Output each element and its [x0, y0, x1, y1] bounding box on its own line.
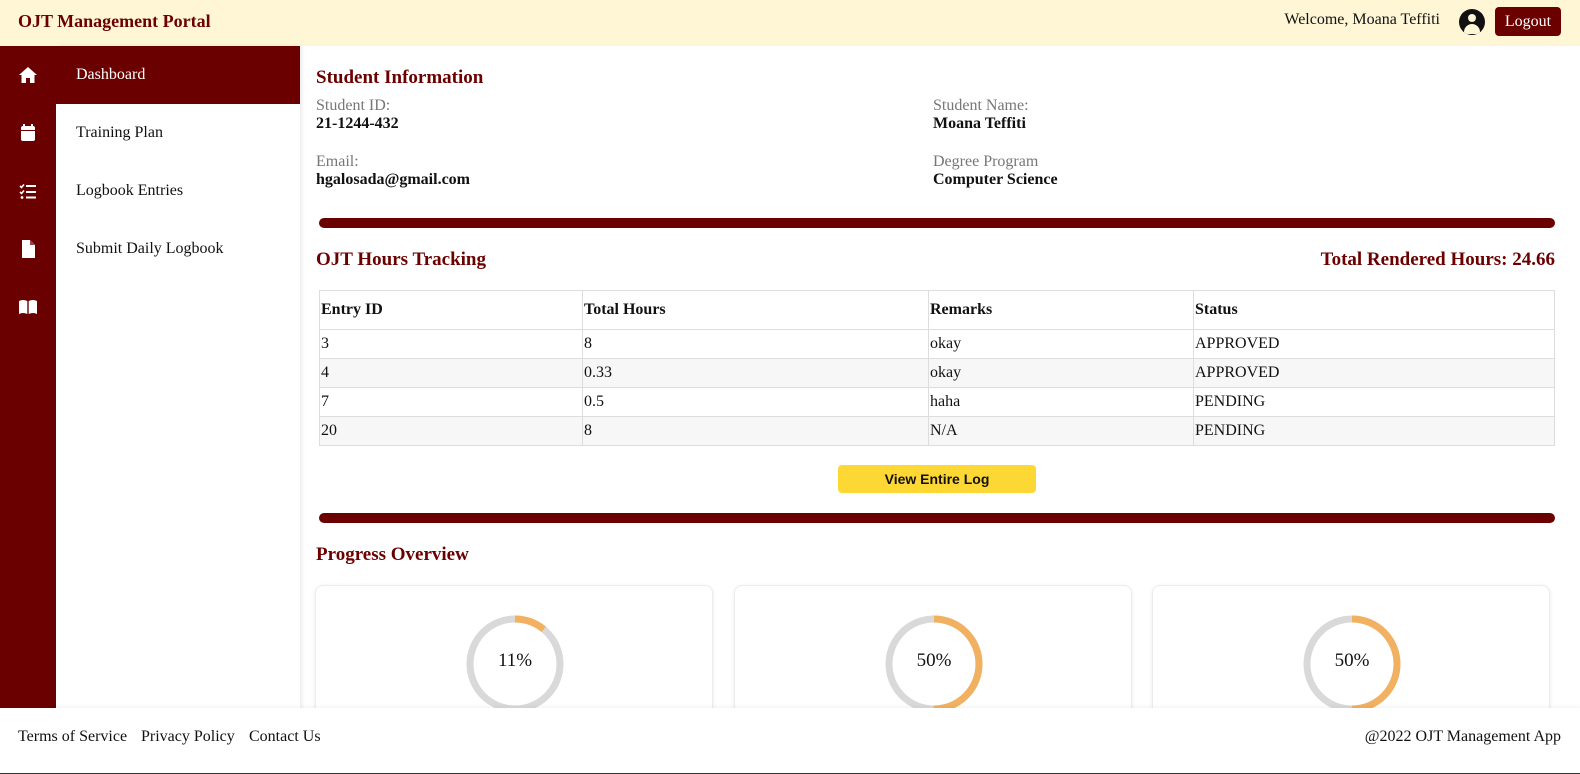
degree-value: Computer Science [933, 171, 1058, 188]
contact-us-link[interactable]: Contact Us [249, 728, 321, 746]
sidebar-icon-strip [0, 46, 56, 714]
copyright-text: @2022 OJT Management App [1364, 728, 1561, 745]
logout-button[interactable]: Logout [1495, 7, 1561, 36]
progress-card: 50% [1152, 585, 1550, 714]
entry-id-cell: 20 [319, 416, 583, 446]
status-cell: APPROVED [1193, 329, 1555, 359]
total-hours-cell: 8 [582, 329, 929, 359]
table-header-row: Entry ID Total Hours Remarks Status [319, 290, 1555, 330]
status-cell: PENDING [1193, 387, 1555, 417]
file-icon[interactable] [0, 220, 56, 278]
table-row: 4 0.33 okay APPROVED [319, 358, 1555, 388]
column-header: Status [1193, 290, 1555, 330]
progress-overview-title: Progress Overview [316, 544, 469, 565]
footer: Terms of Service Privacy Policy Contact … [0, 708, 1580, 774]
calendar-icon[interactable] [0, 104, 56, 162]
section-divider [319, 218, 1555, 228]
progress-percent: 50% [916, 650, 952, 671]
total-rendered-hours: Total Rendered Hours: 24.66 [1320, 249, 1555, 270]
book-icon[interactable] [0, 278, 56, 336]
user-avatar-icon[interactable] [1459, 9, 1485, 35]
column-header: Total Hours [582, 290, 929, 330]
entry-id-cell: 7 [319, 387, 583, 417]
sidebar-nav: Dashboard Training Plan Logbook Entries … [56, 46, 300, 714]
total-hours-cell: 8 [582, 416, 929, 446]
student-name-value: Moana Teffiti [933, 115, 1026, 132]
progress-percent: 11% [497, 650, 533, 671]
remarks-cell: N/A [928, 416, 1194, 446]
column-header: Entry ID [319, 290, 583, 330]
student-id-label: Student ID: [316, 97, 391, 114]
sidebar-item-training-plan[interactable]: Training Plan [56, 104, 300, 162]
table-row: 20 8 N/A PENDING [319, 416, 1555, 446]
student-id-value: 21-1244-432 [316, 115, 399, 132]
hours-tracking-title: OJT Hours Tracking [316, 249, 486, 270]
privacy-policy-link[interactable]: Privacy Policy [141, 728, 235, 746]
checklist-icon[interactable] [0, 162, 56, 220]
table-row: 3 8 okay APPROVED [319, 329, 1555, 359]
status-cell: PENDING [1193, 416, 1555, 446]
student-name-label: Student Name: [933, 97, 1029, 114]
email-label: Email: [316, 153, 359, 170]
email-value: hgalosada@gmail.com [316, 171, 470, 188]
section-divider [319, 513, 1555, 523]
remarks-cell: okay [928, 358, 1194, 388]
total-hours-cell: 0.5 [582, 387, 929, 417]
progress-card: 11% [315, 585, 713, 714]
hours-table: Entry ID Total Hours Remarks Status 3 8 … [319, 290, 1555, 446]
table-row: 7 0.5 haha PENDING [319, 387, 1555, 417]
sidebar-item-dashboard[interactable]: Dashboard [56, 46, 300, 104]
app-title: OJT Management Portal [18, 11, 211, 31]
main-content: Student Information Student ID: 21-1244-… [300, 46, 1580, 714]
welcome-text: Welcome, Moana Teffiti [1284, 11, 1440, 28]
entry-id-cell: 3 [319, 329, 583, 359]
remarks-cell: okay [928, 329, 1194, 359]
progress-card: 50% [734, 585, 1132, 714]
home-icon[interactable] [0, 46, 56, 104]
status-cell: APPROVED [1193, 358, 1555, 388]
top-header: OJT Management Portal Welcome, Moana Tef… [0, 0, 1580, 46]
column-header: Remarks [928, 290, 1194, 330]
terms-of-service-link[interactable]: Terms of Service [18, 728, 127, 746]
sidebar-item-submit-daily-logbook[interactable]: Submit Daily Logbook [56, 220, 300, 278]
progress-percent: 50% [1334, 650, 1370, 671]
degree-label: Degree Program [933, 153, 1039, 170]
student-info-title: Student Information [316, 67, 484, 88]
remarks-cell: haha [928, 387, 1194, 417]
total-hours-cell: 0.33 [582, 358, 929, 388]
entry-id-cell: 4 [319, 358, 583, 388]
sidebar-item-logbook-entries[interactable]: Logbook Entries [56, 162, 300, 220]
view-entire-log-button[interactable]: View Entire Log [838, 465, 1036, 493]
